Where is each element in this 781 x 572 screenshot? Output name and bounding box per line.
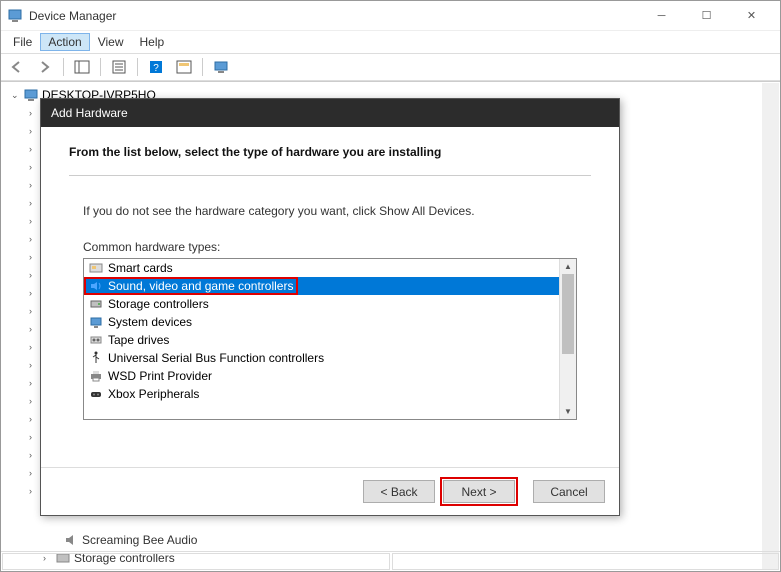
dialog-body: From the list below, select the type of …: [41, 127, 619, 467]
status-cell: [2, 553, 390, 570]
list-item-system-devices[interactable]: System devices: [84, 313, 576, 331]
menu-help[interactable]: Help: [132, 33, 173, 51]
menu-action[interactable]: Action: [40, 33, 89, 51]
scroll-up-icon[interactable]: ▲: [560, 259, 576, 274]
list-item-label: Smart cards: [108, 261, 173, 275]
close-button[interactable]: ✕: [729, 1, 774, 30]
list-item-smart-cards[interactable]: Smart cards: [84, 259, 576, 277]
list-item-xbox[interactable]: Xbox Peripherals: [84, 385, 576, 403]
scroll-thumb[interactable]: [562, 274, 574, 354]
window-controls: ─ ☐ ✕: [639, 1, 774, 30]
sound-icon: [88, 278, 104, 294]
scan-icon[interactable]: [172, 56, 196, 78]
status-bar: [1, 551, 780, 571]
dialog-buttons: < Back Next > Cancel: [41, 467, 619, 515]
listbox-scrollbar[interactable]: ▲ ▼: [559, 259, 576, 419]
tree-scrollbar[interactable]: [762, 83, 779, 570]
smartcard-icon: [88, 260, 104, 276]
dialog-heading: From the list below, select the type of …: [69, 145, 591, 159]
list-item-label: Xbox Peripherals: [108, 387, 199, 401]
usb-icon: [88, 350, 104, 366]
list-item-label: Universal Serial Bus Function controller…: [108, 351, 324, 365]
app-icon: [7, 8, 23, 24]
properties-icon[interactable]: [107, 56, 131, 78]
forward-icon[interactable]: [33, 56, 57, 78]
list-item-label: WSD Print Provider: [108, 369, 212, 383]
menu-view[interactable]: View: [90, 33, 132, 51]
tree-item-screaming-bee[interactable]: Screaming Bee Audio: [43, 531, 197, 549]
back-button[interactable]: < Back: [363, 480, 435, 503]
svg-text:?: ?: [153, 63, 159, 74]
toolbar-separator: [202, 58, 203, 76]
list-item-label: Tape drives: [108, 333, 169, 347]
list-item-label: System devices: [108, 315, 192, 329]
dialog-info-text: If you do not see the hardware category …: [69, 204, 591, 218]
hardware-types-listbox[interactable]: Smart cards Sound, video and game contro…: [83, 258, 577, 420]
chevron-down-icon[interactable]: ⌄: [11, 90, 23, 101]
list-item-wsd-print[interactable]: WSD Print Provider: [84, 367, 576, 385]
list-item-sound-video-game[interactable]: Sound, video and game controllers: [84, 277, 576, 295]
tape-icon: [88, 332, 104, 348]
storage-icon: [88, 296, 104, 312]
scroll-down-icon[interactable]: ▼: [560, 404, 576, 419]
menubar: File Action View Help: [1, 31, 780, 53]
audio-icon: [63, 532, 79, 548]
divider: [69, 175, 591, 176]
printer-icon: [88, 368, 104, 384]
next-button[interactable]: Next >: [443, 480, 515, 503]
toolbar-separator: [100, 58, 101, 76]
status-cell: [392, 553, 780, 570]
dialog-title: Add Hardware: [41, 99, 619, 127]
list-item-label: Storage controllers: [108, 297, 209, 311]
system-icon: [88, 314, 104, 330]
list-item-label: Sound, video and game controllers: [108, 279, 293, 293]
back-icon[interactable]: [5, 56, 29, 78]
toolbar-separator: [137, 58, 138, 76]
titlebar: Device Manager ─ ☐ ✕: [1, 1, 780, 31]
cancel-button[interactable]: Cancel: [533, 480, 605, 503]
toolbar-separator: [63, 58, 64, 76]
window-title: Device Manager: [29, 9, 639, 23]
xbox-icon: [88, 386, 104, 402]
help-icon[interactable]: ?: [144, 56, 168, 78]
list-label: Common hardware types:: [69, 240, 591, 254]
add-hardware-dialog: Add Hardware From the list below, select…: [40, 98, 620, 516]
computer-icon: [23, 87, 39, 103]
show-hide-tree-icon[interactable]: [70, 56, 94, 78]
list-item-tape-drives[interactable]: Tape drives: [84, 331, 576, 349]
minimize-button[interactable]: ─: [639, 1, 684, 30]
list-item-storage-controllers[interactable]: Storage controllers: [84, 295, 576, 313]
list-item-usb-function[interactable]: Universal Serial Bus Function controller…: [84, 349, 576, 367]
monitor-icon[interactable]: [209, 56, 233, 78]
toolbar: ?: [1, 53, 780, 81]
maximize-button[interactable]: ☐: [684, 1, 729, 30]
menu-file[interactable]: File: [5, 33, 40, 51]
tree-item-label: Screaming Bee Audio: [82, 533, 197, 547]
